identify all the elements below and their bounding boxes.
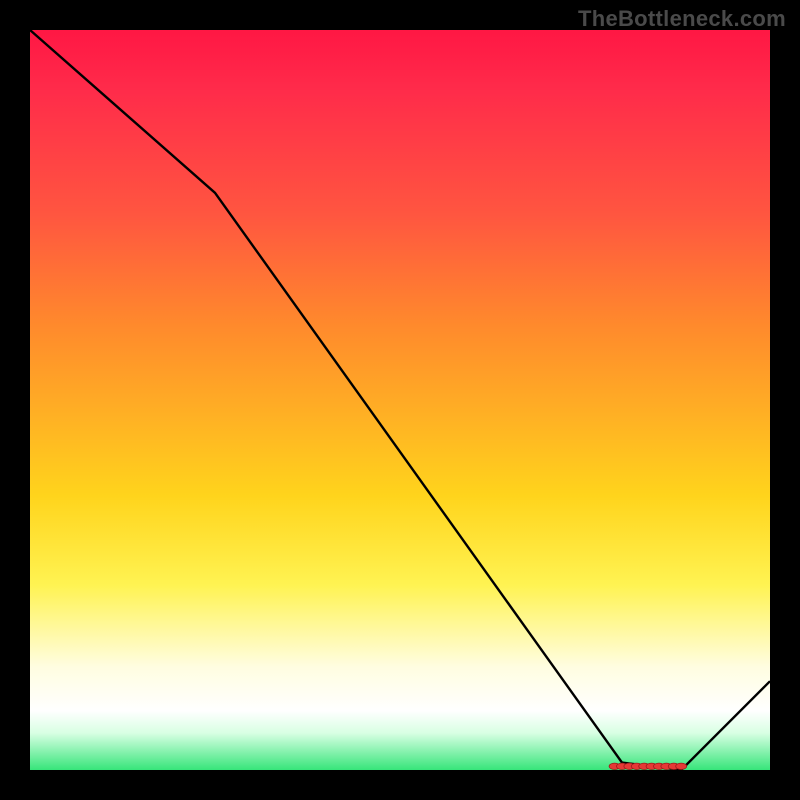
chart-overlay bbox=[30, 30, 770, 770]
chart-line bbox=[30, 30, 770, 770]
plot-area bbox=[30, 30, 770, 770]
marker-point bbox=[676, 763, 687, 769]
marker-group bbox=[609, 763, 687, 769]
watermark-text: TheBottleneck.com bbox=[578, 6, 786, 32]
chart-frame: TheBottleneck.com bbox=[0, 0, 800, 800]
